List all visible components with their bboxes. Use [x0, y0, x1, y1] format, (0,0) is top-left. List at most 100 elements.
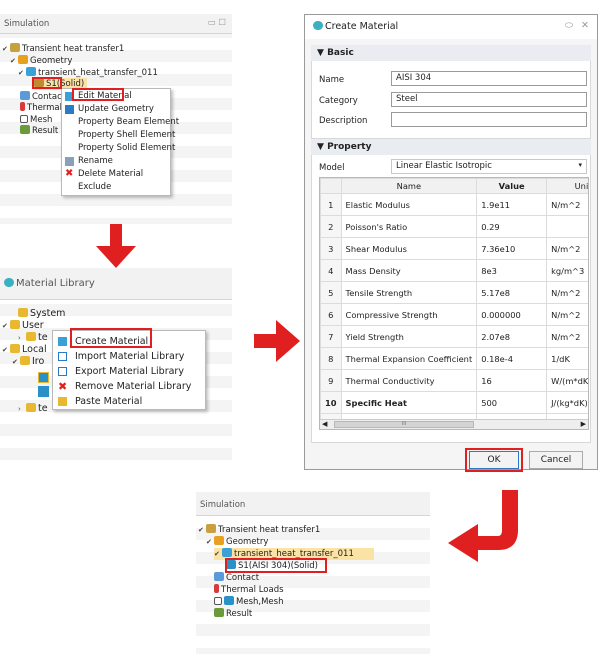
col-header-name[interactable]: Name — [340, 178, 478, 194]
property-unit-cell[interactable]: N/m^2 — [546, 193, 588, 216]
property-unit-cell[interactable]: N/m^2 — [546, 237, 588, 260]
property-value-cell[interactable]: 7.36e10 — [476, 237, 548, 260]
tree-item-te-2[interactable]: › te — [18, 403, 48, 415]
close-icon[interactable]: ✕ — [581, 20, 589, 31]
table-row[interactable]: 9 Thermal Conductivity 16 W/(m*dK) — [320, 369, 588, 392]
table-row[interactable]: 3 Shear Modulus 7.36e10 N/m^2 — [320, 237, 588, 260]
model-select[interactable]: Linear Elastic Isotropic ▾ — [391, 159, 587, 174]
scroll-right-icon[interactable]: ▶ — [581, 420, 586, 428]
property-name-cell[interactable]: Tensile Strength — [340, 281, 478, 304]
checkbox-icon[interactable] — [214, 597, 222, 605]
horizontal-scrollbar[interactable]: ◀ III ▶ — [320, 419, 588, 429]
property-name-cell[interactable]: Compressive Strength — [340, 303, 478, 326]
property-value-cell[interactable]: 0.29 — [476, 215, 548, 238]
tree-item-result[interactable]: Result — [214, 608, 252, 620]
property-unit-cell[interactable]: N/m^2 — [546, 303, 588, 326]
property-value-cell[interactable]: 0.18e-4 — [476, 347, 548, 370]
tree-item-thermal[interactable]: Thermal — [20, 102, 62, 114]
property-unit-cell[interactable] — [546, 215, 588, 238]
property-name-cell[interactable]: Specific Heat — [340, 391, 478, 414]
property-unit-cell[interactable]: kg/m^3 — [546, 259, 588, 282]
property-value-cell[interactable]: 1.9e11 — [476, 193, 548, 216]
tree-item-iron[interactable]: ✔ Iro — [12, 356, 44, 368]
property-unit-cell[interactable]: W/(m*dK) — [546, 369, 588, 392]
menu-item-remove[interactable]: ✖ Remove Material Library — [53, 379, 205, 394]
property-section-header[interactable]: ▼ Property — [311, 139, 591, 155]
scroll-left-icon[interactable]: ◀ — [322, 420, 327, 428]
minimize-icon[interactable]: ▭ ☐ — [208, 18, 226, 28]
scroll-thumb[interactable]: III — [334, 421, 474, 428]
chevron-right-icon[interactable]: › — [18, 332, 26, 344]
paste-icon — [58, 397, 67, 406]
tree-item-mesh[interactable]: Mesh,Mesh — [214, 596, 283, 608]
cancel-button[interactable]: Cancel — [529, 451, 583, 469]
description-field[interactable] — [391, 112, 587, 127]
tree-item-system[interactable]: System — [18, 308, 65, 320]
menu-item-solid[interactable]: Property Solid Element — [62, 142, 175, 155]
folder-icon — [26, 332, 36, 341]
table-row[interactable]: 10 Specific Heat 500 J/(kg*dK) — [320, 391, 588, 414]
chevron-down-icon[interactable]: ✔ — [18, 67, 26, 79]
col-header-value[interactable]: Value — [476, 178, 548, 194]
checkbox-icon[interactable] — [20, 115, 28, 123]
restore-icon[interactable]: ⬭ — [565, 20, 573, 31]
tree-item-thermal-loads[interactable]: Thermal Loads — [214, 584, 284, 596]
property-value-cell[interactable]: 16 — [476, 369, 548, 392]
menu-item-shell[interactable]: Property Shell Element — [62, 129, 175, 142]
chevron-down-icon[interactable]: ✔ — [206, 536, 214, 548]
property-value-cell[interactable]: 500 — [476, 391, 548, 414]
tree-item-contact[interactable]: Contact — [214, 572, 259, 584]
menu-item-rename[interactable]: Rename — [62, 155, 170, 168]
name-field[interactable]: AISI 304 — [391, 71, 587, 86]
tree-item-root[interactable]: ✔ Transient heat transfer1 — [2, 43, 124, 55]
table-row[interactable]: 4 Mass Density 8e3 kg/m^3 — [320, 259, 588, 282]
chevron-down-icon[interactable]: ✔ — [10, 55, 18, 67]
chevron-down-icon[interactable]: ✔ — [214, 548, 222, 560]
property-unit-cell[interactable]: J/(kg*dK) — [546, 391, 588, 414]
basic-section-header[interactable]: ▼ Basic — [311, 45, 591, 61]
menu-item-paste[interactable]: Paste Material — [53, 394, 205, 409]
tree-item-user[interactable]: ✔ User — [2, 320, 44, 332]
menu-item-delete[interactable]: ✖ Delete Material — [62, 168, 170, 181]
property-name-cell[interactable]: Thermal Expansion Coefficient — [340, 347, 478, 370]
table-row[interactable]: 8 Thermal Expansion Coefficient 0.18e-4 1/d… — [320, 347, 588, 370]
table-row[interactable]: 6 Compressive Strength 0.000000 N/m^2 — [320, 303, 588, 326]
property-name-cell[interactable]: Yield Strength — [340, 325, 478, 348]
tree-item-geometry[interactable]: ✔ Geometry — [206, 536, 268, 548]
property-name-cell[interactable]: Mass Density — [340, 259, 478, 282]
tree-item-te[interactable]: › te — [18, 332, 48, 344]
property-name-cell[interactable]: Thermal Conductivity — [340, 369, 478, 392]
property-value-cell[interactable]: 5.17e8 — [476, 281, 548, 304]
property-unit-cell[interactable]: N/m^2 — [546, 325, 588, 348]
property-name-cell[interactable]: Elastic Modulus — [340, 193, 478, 216]
chevron-down-icon[interactable]: ▾ — [578, 161, 582, 169]
property-value-cell[interactable]: 8e3 — [476, 259, 548, 282]
chevron-right-icon[interactable]: › — [18, 403, 26, 415]
property-value-cell[interactable]: 2.07e8 — [476, 325, 548, 348]
property-value-cell[interactable]: 0.000000 — [476, 303, 548, 326]
table-row[interactable]: 2 Poisson's Ratio 0.29 — [320, 215, 588, 238]
chevron-down-icon[interactable]: ✔ — [2, 344, 10, 356]
menu-item-exclude[interactable]: Exclude — [62, 181, 170, 194]
tree-item-local[interactable]: ✔ Local — [2, 344, 47, 356]
chevron-down-icon[interactable]: ✔ — [2, 43, 10, 55]
tree-item-geometry[interactable]: ✔ Geometry — [10, 55, 72, 67]
chevron-down-icon[interactable]: ✔ — [198, 524, 206, 536]
property-name-cell[interactable]: Poisson's Ratio — [340, 215, 478, 238]
menu-item-update-geometry[interactable]: Update Geometry — [62, 103, 170, 116]
menu-item-export[interactable]: Export Material Library — [53, 364, 205, 379]
tree-item-result[interactable]: Result — [20, 125, 58, 137]
menu-item-beam[interactable]: Property Beam Element — [62, 116, 179, 129]
category-field[interactable]: Steel — [391, 92, 587, 107]
property-unit-cell[interactable]: N/m^2 — [546, 281, 588, 304]
property-unit-cell[interactable]: 1/dK — [546, 347, 588, 370]
chevron-down-icon[interactable]: ✔ — [12, 356, 20, 368]
table-row[interactable]: 7 Yield Strength 2.07e8 N/m^2 — [320, 325, 588, 348]
col-header-unit[interactable]: Unit — [546, 178, 588, 194]
menu-item-import[interactable]: Import Material Library — [53, 349, 205, 364]
table-row[interactable]: 5 Tensile Strength 5.17e8 N/m^2 — [320, 281, 588, 304]
chevron-down-icon[interactable]: ✔ — [2, 320, 10, 332]
tree-item-root[interactable]: ✔ Transient heat transfer1 — [198, 524, 320, 536]
table-row[interactable]: 1 Elastic Modulus 1.9e11 N/m^2 — [320, 193, 588, 216]
property-name-cell[interactable]: Shear Modulus — [340, 237, 478, 260]
